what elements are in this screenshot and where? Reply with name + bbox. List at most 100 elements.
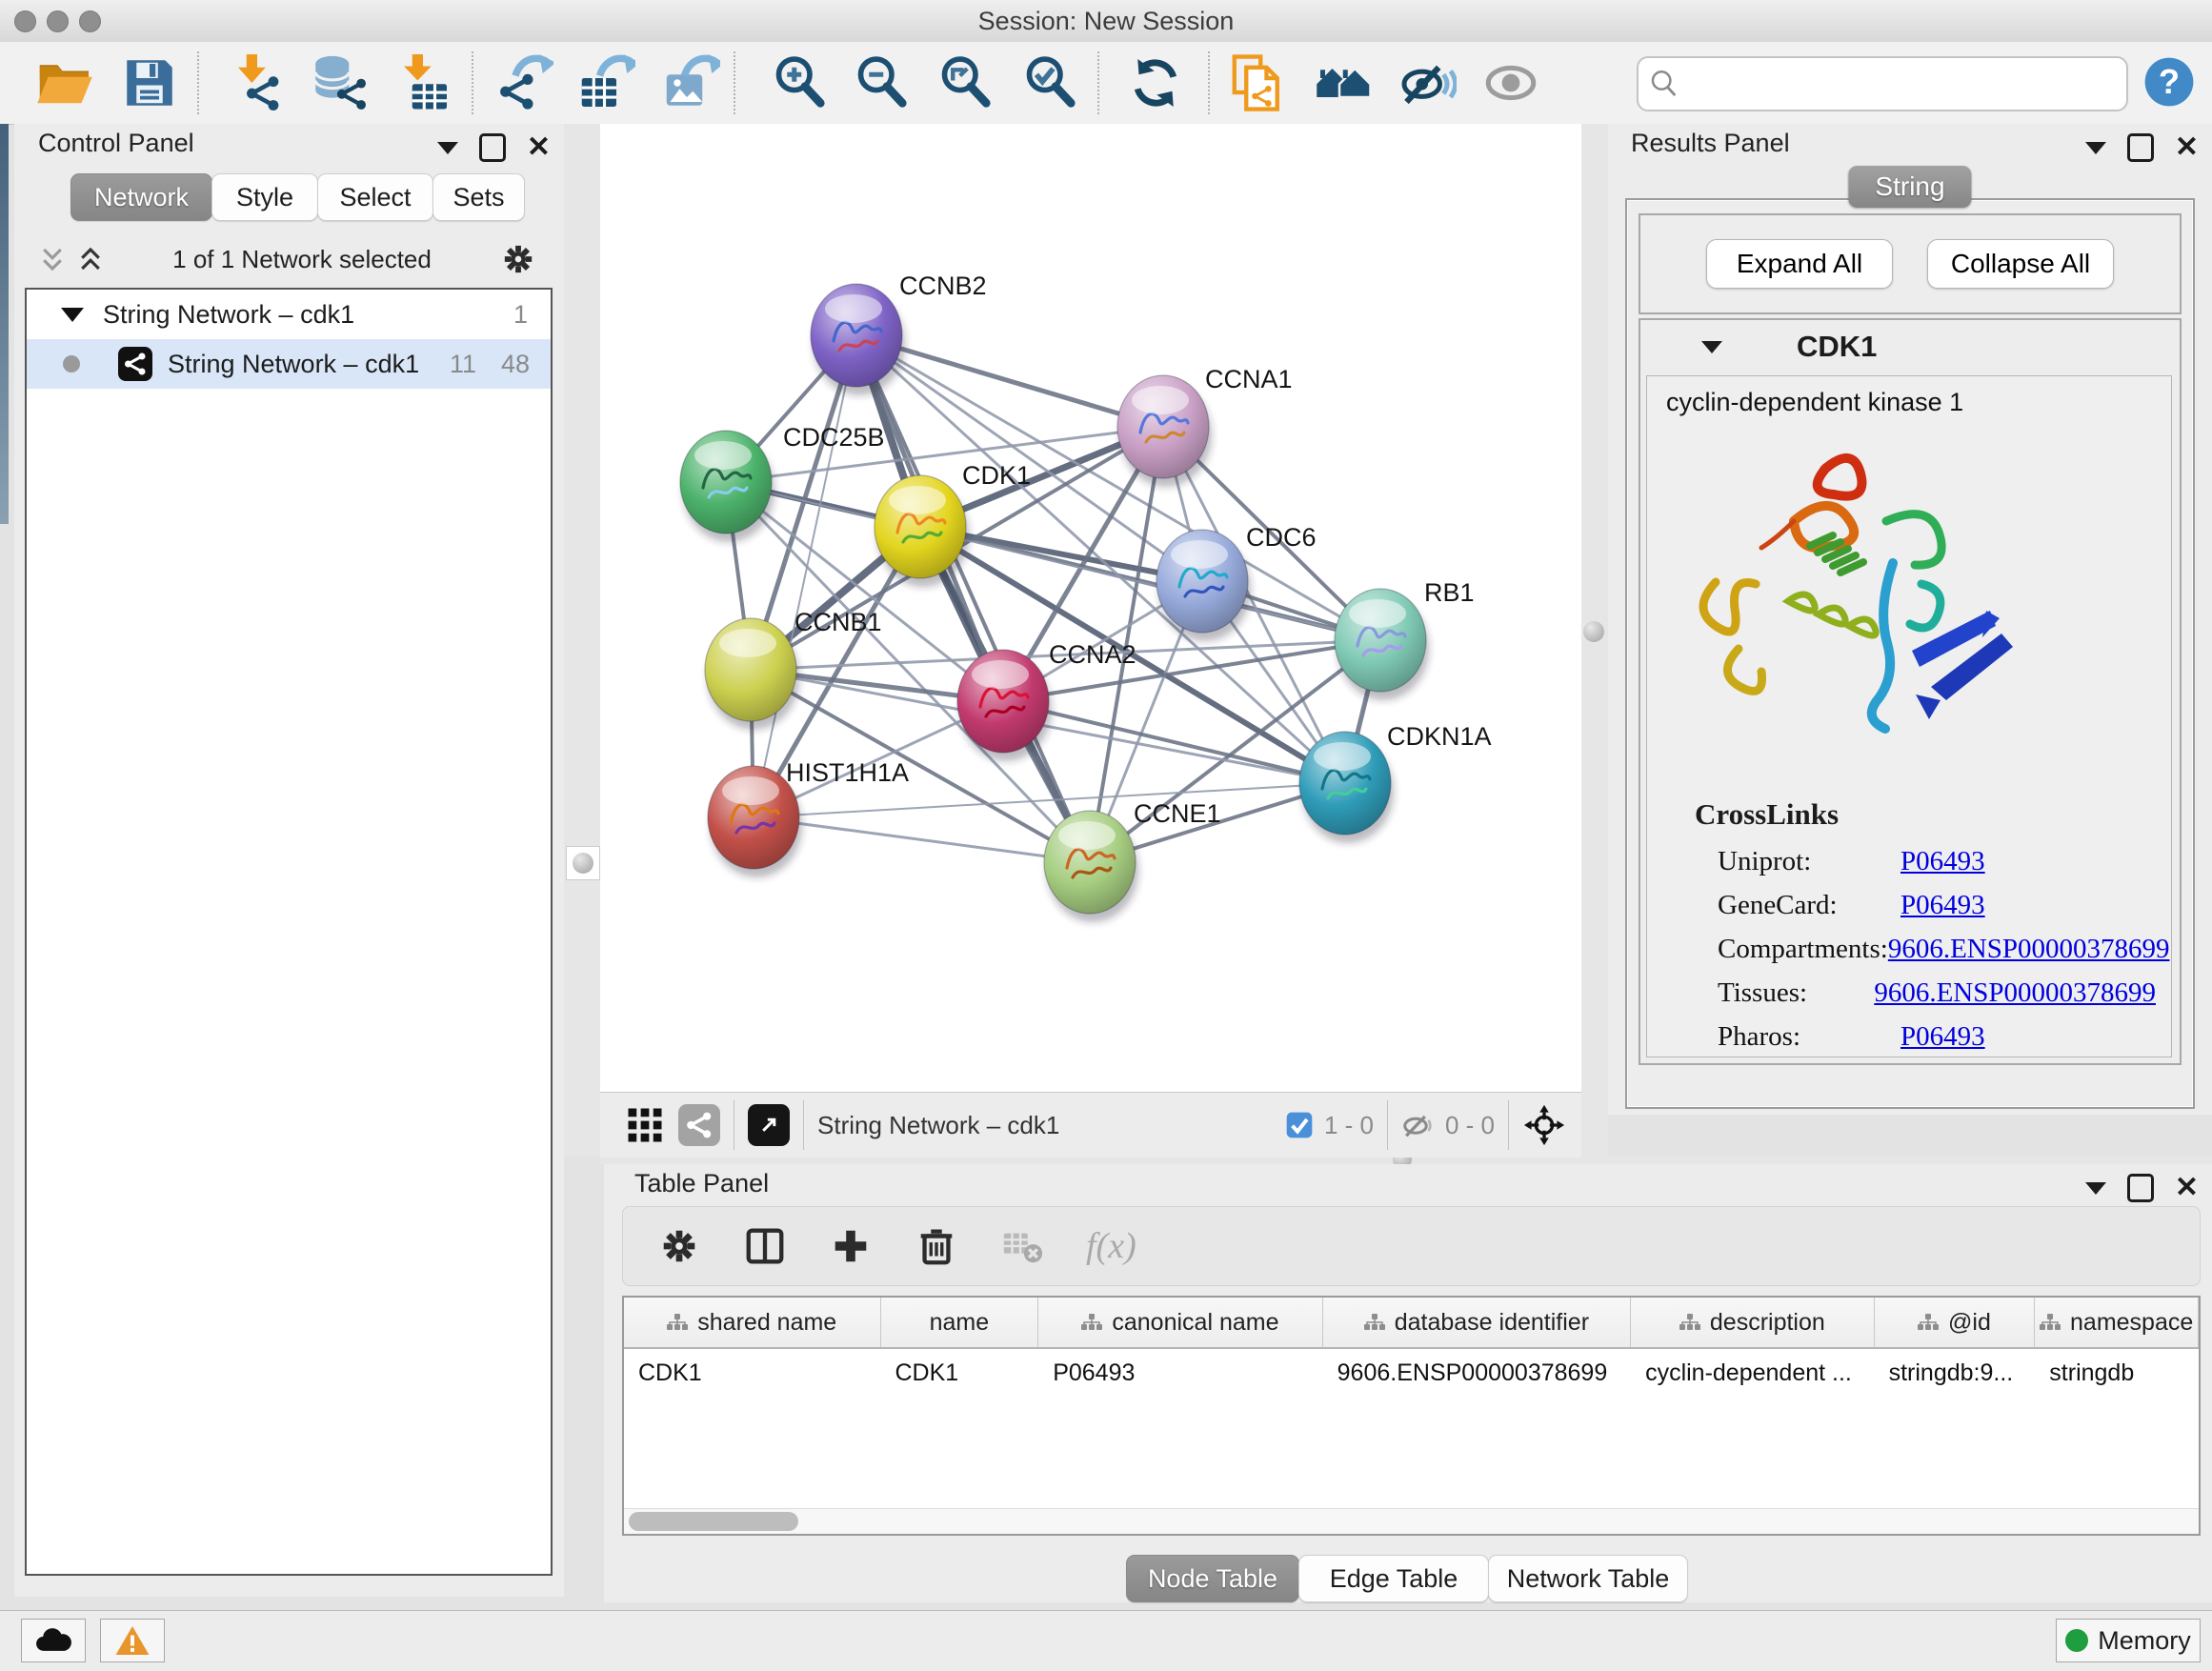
- edge-CCNA2-CDKN1A[interactable]: [1003, 701, 1345, 783]
- zoom-out-button[interactable]: [852, 52, 913, 113]
- tab-network-table[interactable]: Network Table: [1488, 1555, 1688, 1602]
- table-row[interactable]: CDK1CDK1P064939606.ENSP00000378699cyclin…: [624, 1349, 2199, 1397]
- horizontal-scrollbar[interactable]: [624, 1508, 2199, 1534]
- first-neighbors-button[interactable]: [1314, 52, 1375, 113]
- crosslink-link[interactable]: P06493: [1900, 1021, 1985, 1053]
- left-splitter[interactable]: [564, 124, 600, 1157]
- column-header--id[interactable]: @id: [1875, 1298, 2036, 1347]
- selected-checkbox-icon[interactable]: [1284, 1110, 1315, 1140]
- import-table-button[interactable]: [392, 52, 453, 113]
- panel-close-icon[interactable]: ✕: [2175, 1177, 2199, 1199]
- tab-style[interactable]: Style: [211, 173, 318, 221]
- edge-CCNB2-HIST1H1A[interactable]: [754, 335, 856, 817]
- crosslink-link[interactable]: P06493: [1900, 846, 1985, 877]
- collapse-gene-icon[interactable]: [1701, 341, 1722, 353]
- tab-network[interactable]: Network: [70, 173, 212, 221]
- export-image-button[interactable]: [661, 52, 722, 113]
- network-graph[interactable]: CCNB2CCNA1CDC25BCDK1CDC6RB1CCNB1CCNA2CDK…: [600, 124, 1581, 1092]
- toolbar-separator: [472, 51, 473, 114]
- node-gloss: [694, 441, 752, 470]
- fit-content-crosshair-icon[interactable]: [1522, 1103, 1566, 1147]
- panel-close-icon[interactable]: ✕: [2175, 136, 2199, 159]
- import-network-icon: [229, 54, 286, 111]
- show-all-button[interactable]: [1480, 52, 1541, 113]
- node-gloss: [889, 486, 946, 514]
- node-CCNB2[interactable]: CCNB2: [811, 272, 987, 395]
- column-header-database-identifier[interactable]: database identifier: [1323, 1298, 1631, 1347]
- import-network-button[interactable]: [227, 52, 288, 113]
- node-gloss: [722, 776, 779, 805]
- export-table-button[interactable]: [576, 52, 637, 113]
- add-column-icon[interactable]: [829, 1224, 873, 1268]
- column-header-shared-name[interactable]: shared name: [624, 1298, 881, 1347]
- node-CDK1[interactable]: CDK1: [875, 461, 1031, 587]
- column-header-namespace[interactable]: namespace: [2035, 1298, 2199, 1347]
- hide-selected-button[interactable]: [1398, 52, 1458, 113]
- save-session-button[interactable]: [119, 52, 180, 113]
- node-CDKN1A[interactable]: CDKN1A: [1299, 722, 1492, 843]
- tab-sets[interactable]: Sets: [432, 173, 525, 221]
- gene-section-header[interactable]: CDK1: [1640, 320, 2180, 373]
- node-CCNB1[interactable]: CCNB1: [705, 608, 882, 730]
- birds-eye-view-icon[interactable]: [748, 1104, 790, 1146]
- new-network-from-selection-button[interactable]: [1229, 52, 1290, 113]
- column-header-description[interactable]: description: [1631, 1298, 1875, 1347]
- network-selection-summary: 1 of 1 Network selected: [105, 245, 499, 274]
- panel-menu-icon[interactable]: [437, 142, 458, 154]
- memory-button[interactable]: Memory: [2056, 1619, 2201, 1662]
- expand-all-tree-icon[interactable]: [38, 245, 67, 273]
- network-canvas[interactable]: CCNB2CCNA1CDC25BCDK1CDC6RB1CCNB1CCNA2CDK…: [600, 124, 1581, 1092]
- network-view-toolbar: String Network – cdk1 1 - 0 0 - 0: [600, 1092, 1581, 1158]
- collapse-all-button[interactable]: Collapse All: [1927, 239, 2114, 289]
- expand-all-button[interactable]: Expand All: [1706, 239, 1893, 289]
- search-box[interactable]: [1637, 56, 2128, 111]
- crosslink-link[interactable]: P06493: [1900, 890, 1985, 921]
- gear-icon[interactable]: [499, 240, 537, 278]
- node-HIST1H1A[interactable]: HIST1H1A: [708, 758, 909, 877]
- right-splitter-handle[interactable]: [1583, 621, 1604, 642]
- search-input[interactable]: [1680, 64, 2117, 104]
- left-splitter-handle[interactable]: [566, 846, 600, 880]
- cloud-status-button[interactable]: [21, 1619, 86, 1662]
- panel-float-icon[interactable]: [2127, 1174, 2154, 1202]
- column-header-name[interactable]: name: [881, 1298, 1039, 1347]
- zoom-in-button[interactable]: [770, 52, 831, 113]
- show-columns-icon[interactable]: [743, 1224, 787, 1268]
- tab-edge-table[interactable]: Edge Table: [1298, 1555, 1489, 1602]
- panel-float-icon[interactable]: [2127, 133, 2154, 162]
- edge-HIST1H1A-CCNE1[interactable]: [754, 817, 1090, 862]
- refresh-button[interactable]: [1125, 52, 1186, 113]
- crosslink-link[interactable]: 9606.ENSP00000378699: [1888, 934, 2170, 965]
- delete-column-trash-icon[interactable]: [915, 1224, 958, 1268]
- table-settings-gear-icon[interactable]: [657, 1224, 701, 1268]
- grid-view-icon[interactable]: [625, 1105, 665, 1145]
- panel-menu-icon[interactable]: [2085, 1182, 2106, 1195]
- node-CCNE1[interactable]: CCNE1: [1044, 799, 1221, 922]
- open-session-button[interactable]: [34, 52, 95, 113]
- hidden-eye-slash-icon[interactable]: [1401, 1108, 1436, 1142]
- network-view-share-icon[interactable]: [678, 1104, 720, 1146]
- tab-node-table[interactable]: Node Table: [1126, 1555, 1299, 1602]
- panel-float-icon[interactable]: [479, 133, 506, 162]
- column-header-canonical-name[interactable]: canonical name: [1038, 1298, 1322, 1347]
- export-network-button[interactable]: [494, 52, 555, 113]
- zoom-fit-button[interactable]: [935, 52, 996, 113]
- collection-expand-icon[interactable]: [61, 308, 84, 322]
- panel-close-icon[interactable]: ✕: [527, 136, 551, 159]
- node-RB1[interactable]: RB1: [1335, 578, 1475, 700]
- tab-string[interactable]: String: [1848, 166, 1971, 208]
- scrollbar-thumb[interactable]: [629, 1512, 798, 1531]
- import-network-from-database-button[interactable]: [308, 52, 369, 113]
- crosslink-link[interactable]: 9606.ENSP00000378699: [1874, 977, 2156, 1009]
- panel-menu-icon[interactable]: [2085, 142, 2106, 154]
- network-collection-row[interactable]: String Network – cdk1 1: [27, 290, 551, 339]
- network-row[interactable]: String Network – cdk1 11 48: [27, 339, 551, 389]
- zoom-selected-button[interactable]: [1020, 52, 1081, 113]
- node-CDC25B[interactable]: CDC25B: [680, 423, 885, 542]
- collapse-all-tree-icon[interactable]: [76, 245, 105, 273]
- network-tree-header: 1 of 1 Network selected: [25, 232, 553, 286]
- help-button[interactable]: ?: [2142, 54, 2197, 110]
- node-CDC6[interactable]: CDC6: [1156, 523, 1317, 641]
- warnings-button[interactable]: [100, 1619, 165, 1662]
- tab-select[interactable]: Select: [317, 173, 433, 221]
